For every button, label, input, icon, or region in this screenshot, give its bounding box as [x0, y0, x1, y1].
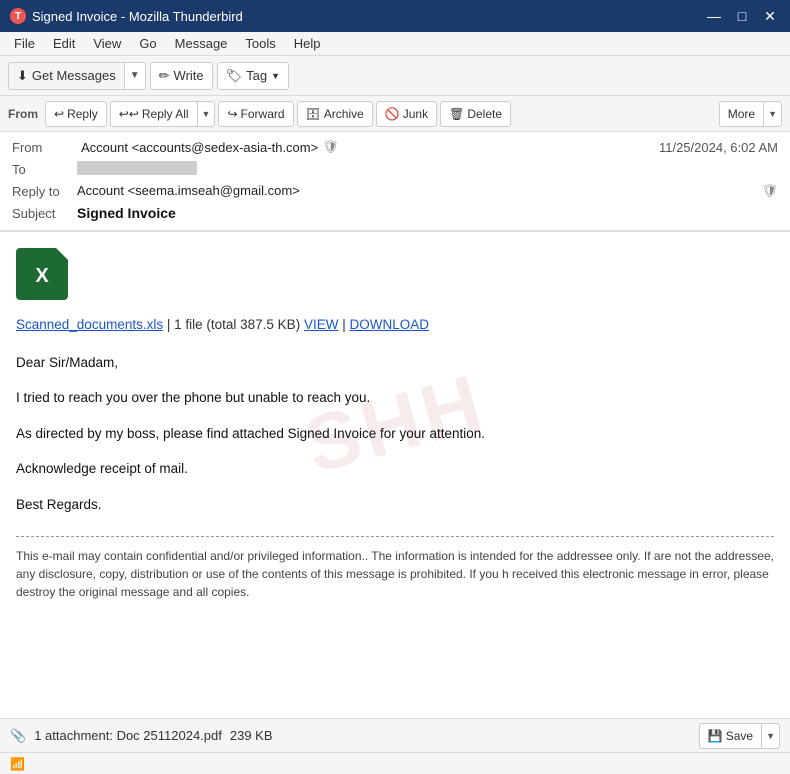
forward-button[interactable]: ↪ Forward — [218, 101, 293, 127]
more-button[interactable]: More — [720, 102, 764, 126]
delete-button[interactable]: 🗑 Delete — [440, 101, 511, 127]
security-icon[interactable]: 🛡 — [322, 139, 339, 155]
greeting: Dear Sir/Madam, — [16, 352, 774, 374]
tag-icon: 🏷 — [226, 68, 243, 84]
attachment-view-link[interactable]: VIEW — [304, 317, 339, 332]
header-reply-to-row: Reply to Account <seema.imseah@gmail.com… — [12, 180, 778, 202]
reply-to-label: Reply to — [12, 183, 77, 199]
reply-all-button[interactable]: ↩↩ Reply All — [111, 102, 198, 126]
body-text: Dear Sir/Madam, I tried to reach you ove… — [16, 352, 774, 516]
paragraph-3: Acknowledge receipt of mail. — [16, 458, 774, 480]
get-messages-dropdown[interactable]: ▼ — [125, 63, 145, 89]
status-bar: 📶 — [0, 752, 790, 774]
subject-value: Signed Invoice — [77, 205, 176, 221]
attachment-bar-filename: 1 attachment: Doc 25112024.pdf — [34, 728, 222, 743]
header-from-row: From Account <accounts@sedex-asia-th.com… — [12, 136, 778, 158]
reply-all-split: ↩↩ Reply All ▼ — [110, 101, 216, 127]
junk-button[interactable]: 🚫 Junk — [376, 101, 437, 127]
menu-edit[interactable]: Edit — [45, 34, 83, 53]
main-toolbar: ⬇ Get Messages ▼ ✏ Write 🏷 Tag ▼ — [0, 56, 790, 96]
save-icon: 💾 — [708, 729, 723, 743]
header-divider — [0, 230, 790, 231]
bottom-attachment-bar: 📎 1 attachment: Doc 25112024.pdf 239 KB … — [0, 718, 790, 752]
get-messages-split: ⬇ Get Messages ▼ — [8, 62, 146, 90]
email-body: SHH X Scanned_documents.xls | 1 file (to… — [0, 232, 790, 718]
save-dropdown[interactable]: ▼ — [762, 724, 779, 748]
paragraph-2: As directed by my boss, please find atta… — [16, 423, 774, 445]
attachment-bar-actions: 💾 Save ▼ — [699, 723, 780, 749]
menu-bar: File Edit View Go Message Tools Help — [0, 32, 790, 56]
attachment-clip-icon: 📎 — [10, 728, 26, 744]
minimize-button[interactable]: — — [704, 8, 724, 25]
get-messages-button[interactable]: ⬇ Get Messages — [9, 63, 125, 89]
write-icon: ✏ — [159, 68, 170, 84]
attachment-info: Scanned_documents.xls | 1 file (total 38… — [16, 314, 774, 336]
tag-dropdown-icon: ▼ — [271, 71, 280, 81]
paragraph-4: Best Regards. — [16, 494, 774, 516]
archive-button[interactable]: 🗄 Archive — [297, 101, 373, 127]
delete-icon: 🗑 — [449, 107, 464, 121]
app-icon: T — [10, 8, 26, 24]
email-body-inner: SHH X Scanned_documents.xls | 1 file (to… — [16, 248, 774, 601]
reply-all-icon: ↩↩ — [119, 107, 139, 121]
save-button[interactable]: 💾 Save — [700, 724, 762, 748]
from-label-toolbar: From — [8, 107, 38, 121]
archive-icon: 🗄 — [306, 107, 321, 121]
reply-to-value: Account <seema.imseah@gmail.com> — [77, 183, 757, 198]
reply-all-dropdown[interactable]: ▼ — [198, 102, 215, 126]
menu-view[interactable]: View — [85, 34, 129, 53]
attachment-bar-size: 239 KB — [230, 728, 273, 743]
save-split: 💾 Save ▼ — [699, 723, 780, 749]
reply-button[interactable]: ↩ Reply — [45, 101, 107, 127]
from-value: Account <accounts@sedex-asia-th.com> — [81, 140, 318, 155]
attachment-meta: | 1 file (total 387.5 KB) — [167, 317, 300, 332]
attachment-section: X — [16, 248, 774, 300]
subject-label: Subject — [12, 205, 77, 221]
junk-icon: 🚫 — [385, 107, 400, 121]
reply-to-security-icon[interactable]: 🛡 — [761, 183, 778, 199]
attachment-bar-info: 📎 1 attachment: Doc 25112024.pdf 239 KB — [10, 728, 273, 744]
disclaimer-text: This e-mail may contain confidential and… — [16, 547, 774, 601]
menu-file[interactable]: File — [6, 34, 43, 53]
title-bar: T Signed Invoice - Mozilla Thunderbird —… — [0, 0, 790, 32]
menu-go[interactable]: Go — [131, 34, 164, 53]
paragraph-1: I tried to reach you over the phone but … — [16, 387, 774, 409]
maximize-button[interactable]: □ — [732, 8, 752, 25]
disclaimer-separator — [16, 536, 774, 537]
email-action-toolbar: From ↩ Reply ↩↩ Reply All ▼ ↪ Forward 🗄 … — [0, 96, 790, 132]
reply-icon: ↩ — [54, 107, 64, 121]
close-button[interactable]: ✕ — [760, 8, 780, 25]
email-date: 11/25/2024, 6:02 AM — [659, 140, 778, 155]
menu-help[interactable]: Help — [286, 34, 329, 53]
xls-file-icon: X — [16, 248, 68, 300]
status-icon: 📶 — [10, 757, 25, 771]
more-split: More ▼ — [719, 101, 782, 127]
email-content-area: From ↩ Reply ↩↩ Reply All ▼ ↪ Forward 🗄 … — [0, 96, 790, 774]
attachment-download-link[interactable]: DOWNLOAD — [350, 317, 430, 332]
menu-message[interactable]: Message — [167, 34, 236, 53]
header-to-row: To — [12, 158, 778, 180]
window-title: Signed Invoice - Mozilla Thunderbird — [32, 9, 243, 24]
to-value-blurred — [77, 161, 197, 175]
main-content: From ↩ Reply ↩↩ Reply All ▼ ↪ Forward 🗄 … — [0, 96, 790, 774]
menu-tools[interactable]: Tools — [237, 34, 283, 53]
forward-icon: ↪ — [227, 107, 237, 121]
more-dropdown[interactable]: ▼ — [764, 102, 781, 126]
write-button[interactable]: ✏ Write — [150, 62, 213, 90]
header-subject-row: Subject Signed Invoice — [12, 202, 778, 226]
email-header: From Account <accounts@sedex-asia-th.com… — [0, 132, 790, 232]
tag-button[interactable]: 🏷 Tag ▼ — [217, 62, 289, 90]
attachment-filename-link[interactable]: Scanned_documents.xls — [16, 317, 163, 332]
get-messages-icon: ⬇ — [17, 68, 28, 84]
from-label: From — [12, 139, 77, 155]
to-label: To — [12, 161, 77, 177]
